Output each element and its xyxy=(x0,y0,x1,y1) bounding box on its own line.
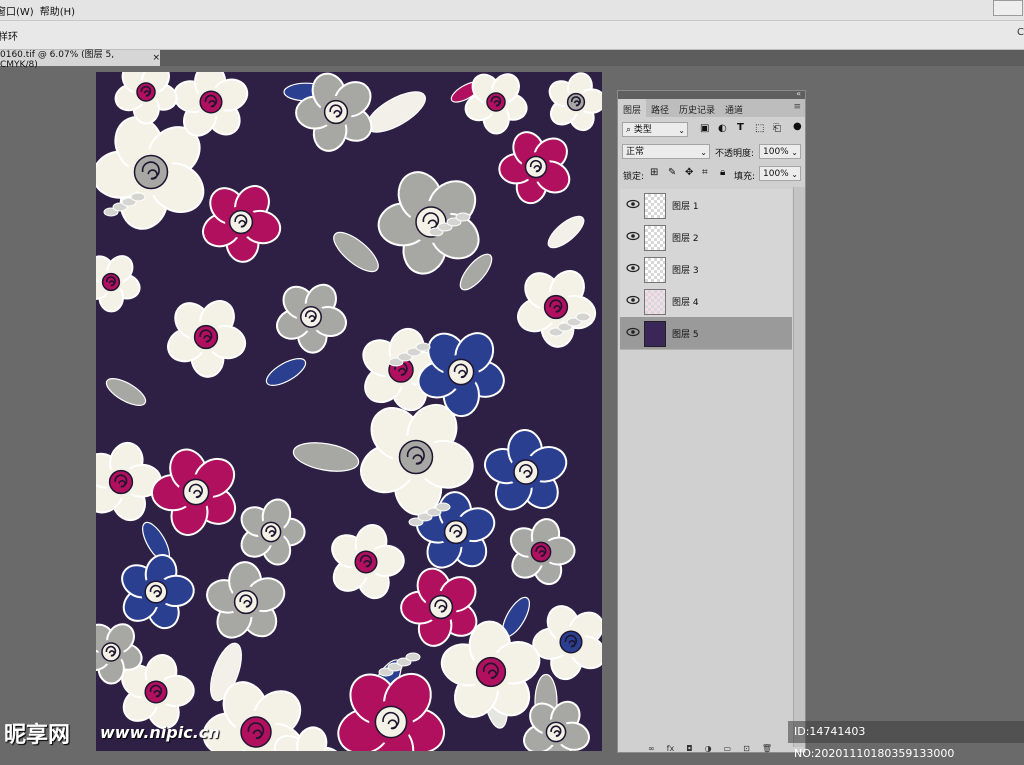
document-canvas[interactable] xyxy=(96,72,602,751)
layer-filter-value: 类型 xyxy=(633,125,652,135)
opacity-label: 不透明度: xyxy=(715,149,755,159)
collapse-icon[interactable]: « xyxy=(796,89,801,98)
lock-label: 锁定: xyxy=(623,172,645,182)
panel-header-strip[interactable]: « xyxy=(618,89,805,99)
filter-adjustment-icon[interactable]: ◐ xyxy=(718,123,727,134)
opacity-input[interactable]: 100% ⌄ xyxy=(759,144,801,159)
watermark-logo: 昵享网 xyxy=(4,723,71,748)
eye-icon[interactable] xyxy=(626,263,640,273)
layer-row[interactable]: 图层 2 xyxy=(620,221,792,254)
options-bar: 样环 C xyxy=(0,21,1024,50)
window-minimize-button[interactable] xyxy=(993,0,1023,16)
eye-icon[interactable] xyxy=(626,327,640,337)
layer-name: 图层 2 xyxy=(672,234,699,244)
layer-row[interactable]: 图层 1 xyxy=(620,189,792,222)
tab-paths[interactable]: 路径 xyxy=(646,99,674,117)
menu-item-window[interactable]: 窗口(W) xyxy=(0,3,40,18)
tab-layers[interactable]: 图层 xyxy=(618,99,647,117)
panel-tabs: 图层 路径 历史记录 通道 xyxy=(618,99,805,117)
layer-row-selected[interactable]: 图层 5 xyxy=(620,317,792,350)
filter-toggle-icon[interactable]: ● xyxy=(793,121,802,132)
search-icon: ⌕ xyxy=(626,125,634,135)
options-corner-icon: C xyxy=(1017,27,1024,38)
lock-artboard-icon[interactable]: ⌗ xyxy=(702,167,708,178)
options-label: 样环 xyxy=(0,31,18,43)
watermark-url: www.nipic.cn xyxy=(100,723,220,742)
layers-panel: « 图层 路径 历史记录 通道 ≡ ⌕ 类型 ⌄ ▣ ◐ T ⬚ ⎗ ● 正常 … xyxy=(617,89,806,753)
document-tab-title: 0160.tif @ 6.07% (图层 5, CMYK/8) xyxy=(0,49,115,70)
eye-icon[interactable] xyxy=(626,295,640,305)
opacity-value: 100% xyxy=(763,147,789,157)
filter-smartobject-icon[interactable]: ⎗ xyxy=(773,123,781,134)
layer-name: 图层 5 xyxy=(672,330,699,340)
blend-mode-value: 正常 xyxy=(626,147,645,157)
floral-pattern-artwork xyxy=(96,72,602,751)
layer-thumbnail xyxy=(644,257,666,283)
tab-history[interactable]: 历史记录 xyxy=(674,99,720,117)
filter-shape-icon[interactable]: ⬚ xyxy=(755,123,764,134)
lock-all-icon[interactable]: 🔒︎ xyxy=(720,167,725,178)
lock-move-icon[interactable]: ✥ xyxy=(685,167,693,178)
layer-thumbnail xyxy=(644,289,666,315)
menu-bar: 窗口(W) 帮助(H) xyxy=(0,0,1024,21)
layer-name: 图层 1 xyxy=(672,202,699,212)
layer-thumbnail xyxy=(644,225,666,251)
layer-thumbnail xyxy=(644,321,666,347)
watermark-id: ID:14741403 NO:20201110180359133000 xyxy=(788,721,1024,760)
fill-input[interactable]: 100% ⌄ xyxy=(759,166,801,181)
layer-list-scrollbar[interactable] xyxy=(793,187,805,747)
panel-menu-icon[interactable]: ≡ xyxy=(793,102,801,112)
layer-row[interactable]: 图层 4 xyxy=(620,285,792,318)
chevron-down-icon: ⌄ xyxy=(791,170,798,179)
menu-item-help[interactable]: 帮助(H) xyxy=(40,3,81,18)
layer-list: 图层 1 图层 2 图层 3 图层 4 图层 5 xyxy=(620,189,792,350)
chevron-down-icon: ⌄ xyxy=(678,126,685,135)
lock-transparent-icon[interactable]: ⊞ xyxy=(650,167,658,178)
tab-channels[interactable]: 通道 xyxy=(720,99,748,117)
layer-filter-select[interactable]: ⌕ 类型 ⌄ xyxy=(622,122,688,137)
document-tab[interactable]: 0160.tif @ 6.07% (图层 5, CMYK/8) × xyxy=(0,50,160,70)
document-tab-bar: 0160.tif @ 6.07% (图层 5, CMYK/8) × xyxy=(0,50,1024,70)
fill-label: 填充: xyxy=(734,172,756,182)
layer-name: 图层 3 xyxy=(672,266,699,276)
layer-name: 图层 4 xyxy=(672,298,699,308)
fill-value: 100% xyxy=(763,169,789,179)
layer-thumbnail xyxy=(644,193,666,219)
layer-row[interactable]: 图层 3 xyxy=(620,253,792,286)
eye-icon[interactable] xyxy=(626,231,640,241)
chevron-down-icon: ⌄ xyxy=(791,148,798,157)
lock-brush-icon[interactable]: ✎ xyxy=(668,167,676,178)
blend-mode-select[interactable]: 正常 ⌄ xyxy=(622,144,710,159)
chevron-down-icon: ⌄ xyxy=(700,148,707,157)
filter-pixel-icon[interactable]: ▣ xyxy=(700,123,709,134)
filter-type-icon[interactable]: T xyxy=(737,122,744,133)
close-icon[interactable]: × xyxy=(152,53,160,63)
eye-icon[interactable] xyxy=(626,199,640,209)
